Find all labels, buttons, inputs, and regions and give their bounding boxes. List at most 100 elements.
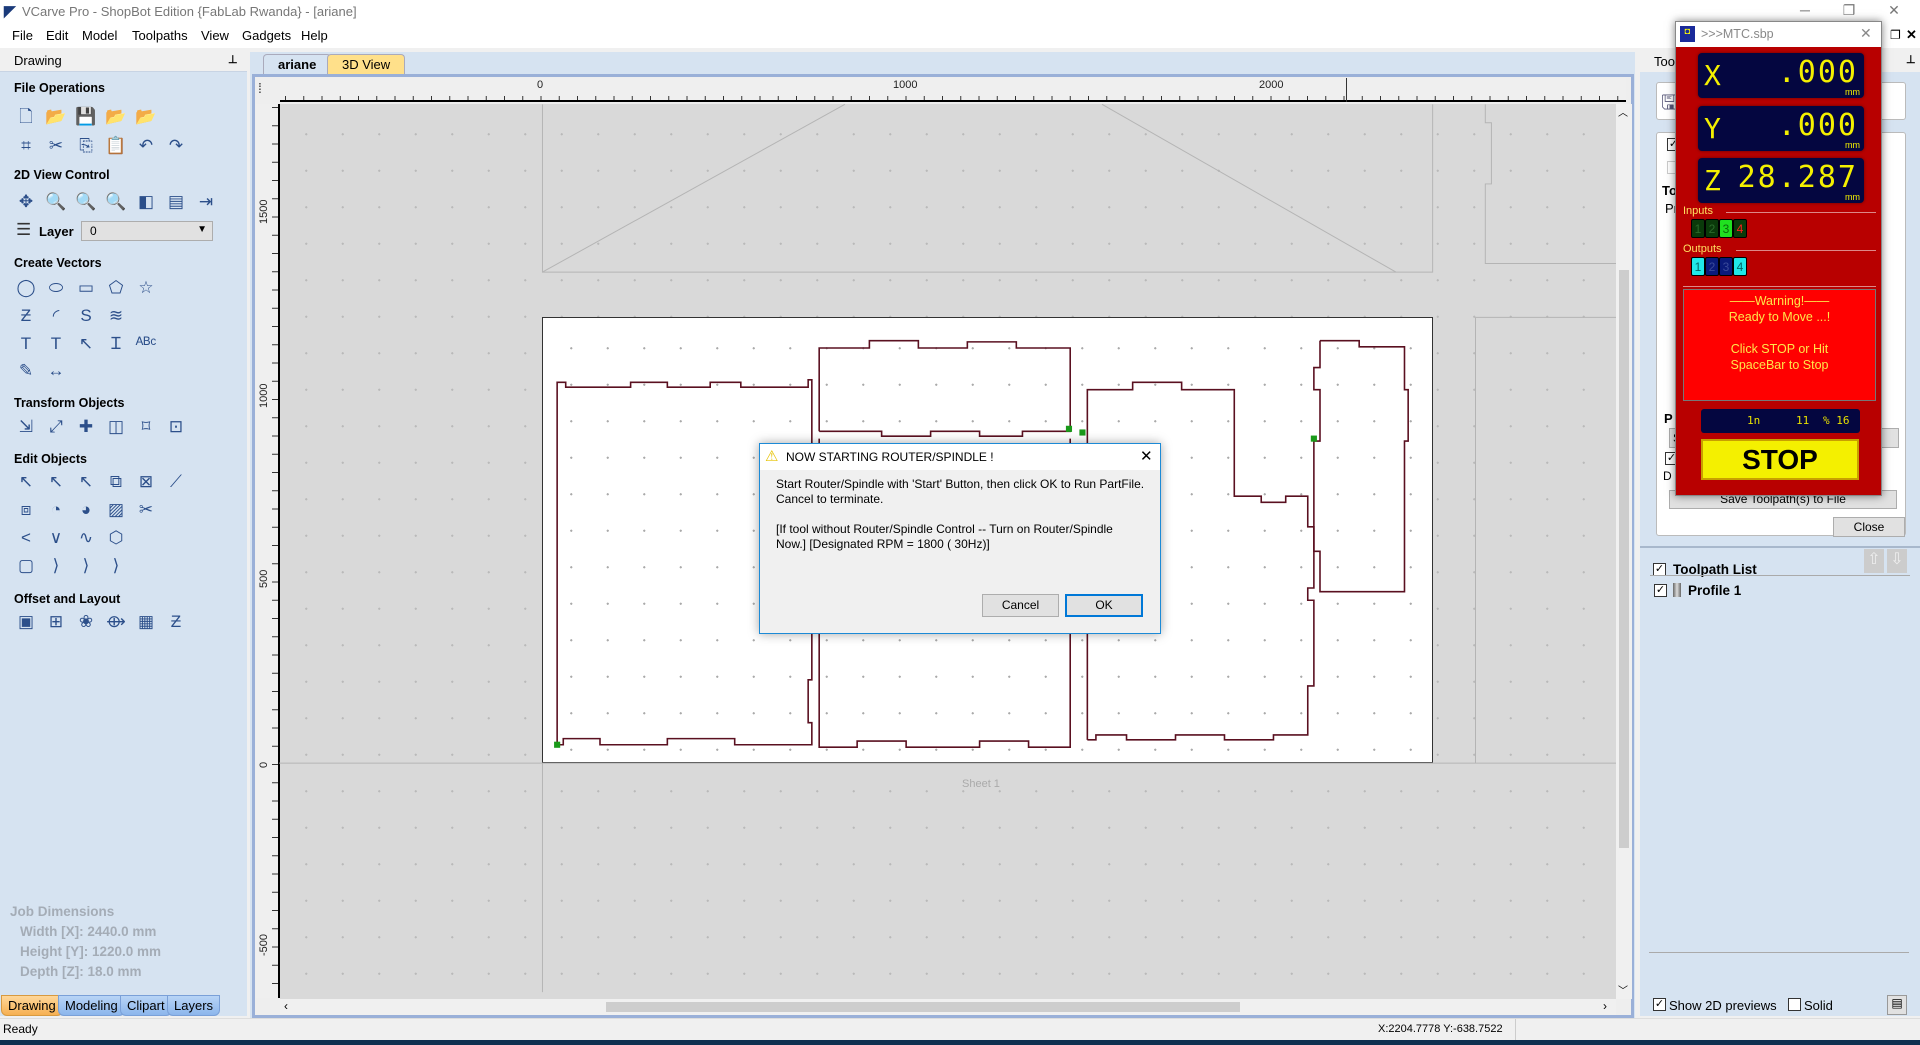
circle-icon[interactable]: ◯ xyxy=(14,276,38,300)
zoom-box-icon[interactable]: 🔍 xyxy=(44,190,68,214)
zoom-selection-icon[interactable]: 🔍 xyxy=(104,190,128,214)
close-window-button[interactable]: ✕ xyxy=(1874,2,1914,22)
scroll-left-icon[interactable]: ‹ xyxy=(284,999,288,1013)
nest-icon[interactable]: ▦ xyxy=(134,610,158,634)
nest-text-icon[interactable]: Ƶ xyxy=(164,610,188,634)
copy-along-vector-icon[interactable]: ⟴ xyxy=(104,610,128,634)
arc-icon[interactable]: ◜ xyxy=(44,304,68,328)
close-doc-icon[interactable]: ✕ xyxy=(1906,27,1917,43)
center-icon[interactable]: ⊡ xyxy=(164,415,188,439)
layer-select[interactable]: 0 ▼ xyxy=(81,221,213,241)
copy-icon[interactable]: ⎘ xyxy=(74,134,98,158)
measure-icon[interactable]: ⟋ xyxy=(164,470,188,494)
node-edit-icon[interactable]: ↖ xyxy=(44,470,68,494)
menu-model[interactable]: Model xyxy=(82,28,117,43)
close-button[interactable]: Close xyxy=(1833,517,1905,537)
view-center-icon[interactable]: ▤ xyxy=(164,190,188,214)
group-icon[interactable]: ⧉ xyxy=(104,470,128,494)
tab-clipart[interactable]: Clipart xyxy=(120,995,172,1016)
view-left-icon[interactable]: ◧ xyxy=(134,190,158,214)
star-icon[interactable]: ☆ xyxy=(134,276,158,300)
restore-doc-icon[interactable]: ❐ xyxy=(1890,28,1901,42)
ruler-origin-icon[interactable]: ⁞ xyxy=(258,80,262,96)
toolpath-checkbox[interactable]: ✓ xyxy=(1654,584,1667,597)
offset-icon[interactable]: ▣ xyxy=(14,610,38,634)
subtract-icon[interactable]: ◔ xyxy=(44,498,68,522)
chamfer-icon[interactable]: ⟩ xyxy=(44,554,68,578)
tab-layers[interactable]: Layers xyxy=(167,995,221,1016)
menu-toolpaths[interactable]: Toolpaths xyxy=(132,28,188,43)
minimize-button[interactable]: ─ xyxy=(1785,2,1825,22)
rectangle-icon[interactable]: ▭ xyxy=(74,276,98,300)
bitmap-trace-icon[interactable]: ✎ xyxy=(14,359,38,383)
panel-options-icon[interactable]: ▤ xyxy=(1887,995,1907,1015)
pan-icon[interactable]: ✥ xyxy=(14,190,38,214)
cut-icon[interactable]: ✂ xyxy=(44,134,68,158)
undo-icon[interactable]: ↶ xyxy=(134,134,158,158)
fillet-icon[interactable]: ▢ xyxy=(14,554,38,578)
pin-icon[interactable]: ⊥ xyxy=(1906,53,1916,66)
transform-select-icon[interactable]: ↖ xyxy=(74,470,98,494)
fill-pattern-icon[interactable]: ≋ xyxy=(104,304,128,328)
scissors-icon[interactable]: ✂ xyxy=(134,498,158,522)
toolpath-item[interactable]: ✓ Profile 1 xyxy=(1654,580,1894,602)
move-down-icon[interactable]: ⇩ xyxy=(1887,549,1907,573)
solid-checkbox[interactable] xyxy=(1788,998,1801,1011)
restore-button[interactable]: ❐ xyxy=(1829,2,1869,22)
show-2d-previews-checkbox[interactable]: ✓ xyxy=(1653,998,1666,1011)
stop-button[interactable]: STOP xyxy=(1701,439,1859,480)
menu-gadgets[interactable]: Gadgets xyxy=(242,28,291,43)
polygon-icon[interactable]: ⬠ xyxy=(104,276,128,300)
intersect-icon[interactable]: ◕ xyxy=(74,498,98,522)
menu-edit[interactable]: Edit xyxy=(46,28,68,43)
mirror-icon[interactable]: ◫ xyxy=(104,415,128,439)
dimension-icon[interactable]: ↔ xyxy=(44,359,68,383)
ellipse-icon[interactable]: ⬭ xyxy=(44,276,68,300)
weld-icon[interactable]: ⧈ xyxy=(14,498,38,522)
menu-file[interactable]: File xyxy=(12,28,33,43)
ok-button[interactable]: OK xyxy=(1065,594,1143,617)
view-right-icon[interactable]: ⇥ xyxy=(194,190,218,214)
curve-fit-icon[interactable]: ∿ xyxy=(74,526,98,550)
polyline-icon[interactable]: Ƶ xyxy=(14,304,38,328)
cancel-button[interactable]: Cancel xyxy=(982,594,1059,617)
vertical-scroll-thumb[interactable] xyxy=(1619,270,1629,848)
menu-help[interactable]: Help xyxy=(301,28,328,43)
zoom-fit-icon[interactable]: 🔍 xyxy=(74,190,98,214)
node-smooth-icon[interactable]: ∨ xyxy=(44,526,68,550)
ungroup-icon[interactable]: ⊠ xyxy=(134,470,158,494)
arc-text-icon[interactable]: ᴬᴮᶜ xyxy=(134,332,158,356)
scroll-right-icon[interactable]: › xyxy=(1603,999,1607,1013)
tab-modeling[interactable]: Modeling xyxy=(58,995,125,1016)
tab-3d-view[interactable]: 3D View xyxy=(327,54,406,74)
mtc-title-bar[interactable]: ◘ >>>MTC.sbp ✕ xyxy=(1676,22,1881,47)
move-icon[interactable]: ⇲ xyxy=(14,415,38,439)
open-folder-icon[interactable]: 📂 xyxy=(44,105,68,129)
node-corner-icon[interactable]: < xyxy=(14,526,38,550)
auto-text-icon[interactable]: Ɪ xyxy=(104,332,128,356)
new-file-icon[interactable]: 🗋 xyxy=(14,105,38,129)
text-box-icon[interactable]: T xyxy=(44,332,68,356)
open-recent-icon[interactable]: 📂 xyxy=(104,105,128,129)
move-up-icon[interactable]: ⇧ xyxy=(1864,549,1884,573)
scroll-up-icon[interactable]: ︿ xyxy=(1618,104,1628,119)
scroll-down-icon[interactable]: ﹀ xyxy=(1618,982,1628,997)
trim-icon[interactable]: ▨ xyxy=(104,498,128,522)
dialog-close-icon[interactable]: ✕ xyxy=(1140,447,1153,465)
pin-icon[interactable]: ⊥ xyxy=(228,53,238,66)
join-icon[interactable]: ⬡ xyxy=(104,526,128,550)
align-icon[interactable]: ✚ xyxy=(74,415,98,439)
save-icon[interactable]: 💾 xyxy=(74,105,98,129)
dogbone-icon[interactable]: ⟩ xyxy=(74,554,98,578)
horizontal-scroll-thumb[interactable] xyxy=(606,1002,1240,1012)
import-icon[interactable]: 📂 xyxy=(134,105,158,129)
paste-icon[interactable]: 📋 xyxy=(104,134,128,158)
text-icon[interactable]: T xyxy=(14,332,38,356)
tab-ariane[interactable]: ariane xyxy=(263,54,332,74)
select-all-icon[interactable]: ⌗ xyxy=(14,134,38,158)
t-bone-icon[interactable]: ⟩ xyxy=(104,554,128,578)
menu-view[interactable]: View xyxy=(201,28,229,43)
distort-icon[interactable]: ⌑ xyxy=(134,415,158,439)
curve-icon[interactable]: S xyxy=(74,304,98,328)
array-copy-icon[interactable]: ⊞ xyxy=(44,610,68,634)
